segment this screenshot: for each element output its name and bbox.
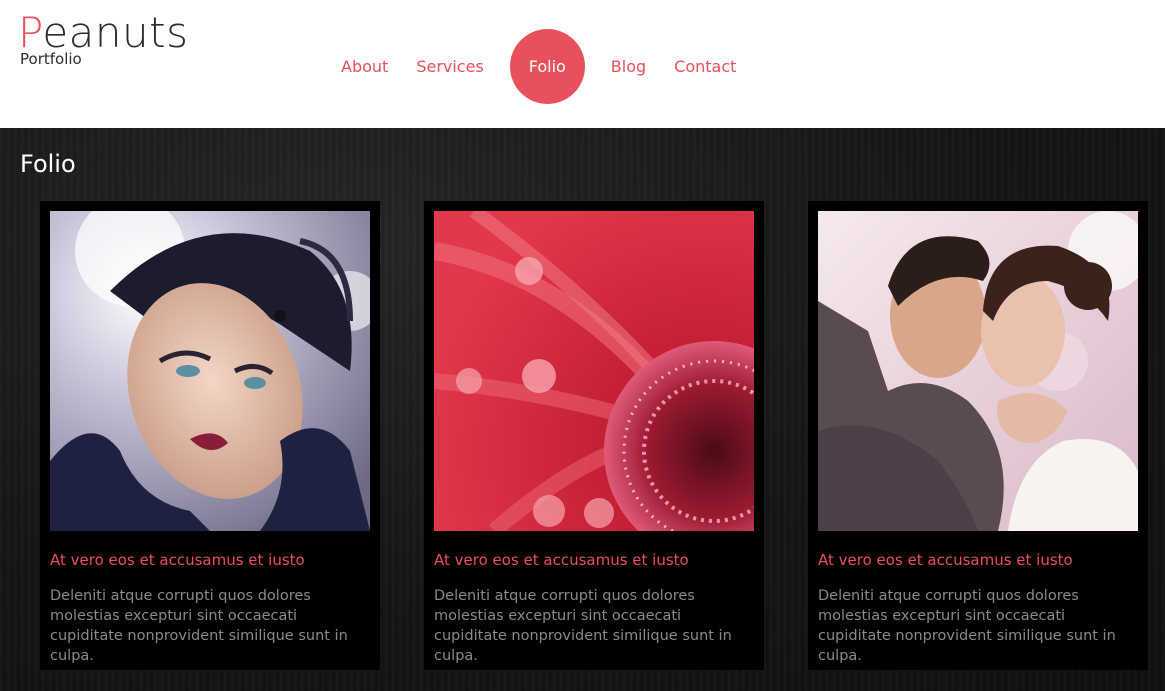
card-title[interactable]: At vero eos et accusamus et iusto xyxy=(50,551,370,569)
nav-item-blog[interactable]: Blog xyxy=(597,29,660,104)
portfolio-image[interactable] xyxy=(818,211,1138,531)
red-flower-image xyxy=(434,211,754,531)
site-header: Peanuts Portfolio About Services Folio B… xyxy=(0,0,1165,128)
nav-item-about[interactable]: About xyxy=(327,29,402,104)
folio-section: Folio At vero eos et accusamus et iusto … xyxy=(0,128,1165,691)
portfolio-card: At vero eos et accusamus et iusto Deleni… xyxy=(424,201,764,670)
portfolio-image[interactable] xyxy=(434,211,754,531)
portfolio-card: At vero eos et accusamus et iusto Deleni… xyxy=(40,201,380,670)
card-description: Deleniti atque corrupti quos dolores mol… xyxy=(50,588,348,664)
card-title[interactable]: At vero eos et accusamus et iusto xyxy=(818,551,1138,569)
page-title: Folio xyxy=(20,150,76,178)
nav-item-folio[interactable]: Folio xyxy=(509,29,585,104)
portfolio-image[interactable] xyxy=(50,211,370,531)
card-description: Deleniti atque corrupti quos dolores mol… xyxy=(818,588,1116,664)
portfolio-card: At vero eos et accusamus et iusto Deleni… xyxy=(808,201,1148,670)
nav-item-services[interactable]: Services xyxy=(402,29,497,104)
wedding-couple-image xyxy=(818,211,1138,531)
main-nav: About Services Folio Blog Contact xyxy=(327,29,750,104)
card-title[interactable]: At vero eos et accusamus et iusto xyxy=(434,551,754,569)
woman-portrait-image xyxy=(50,211,370,531)
nav-item-contact[interactable]: Contact xyxy=(660,29,750,104)
card-description: Deleniti atque corrupti quos dolores mol… xyxy=(434,588,732,664)
site-logo[interactable]: Peanuts Portfolio xyxy=(18,10,189,69)
